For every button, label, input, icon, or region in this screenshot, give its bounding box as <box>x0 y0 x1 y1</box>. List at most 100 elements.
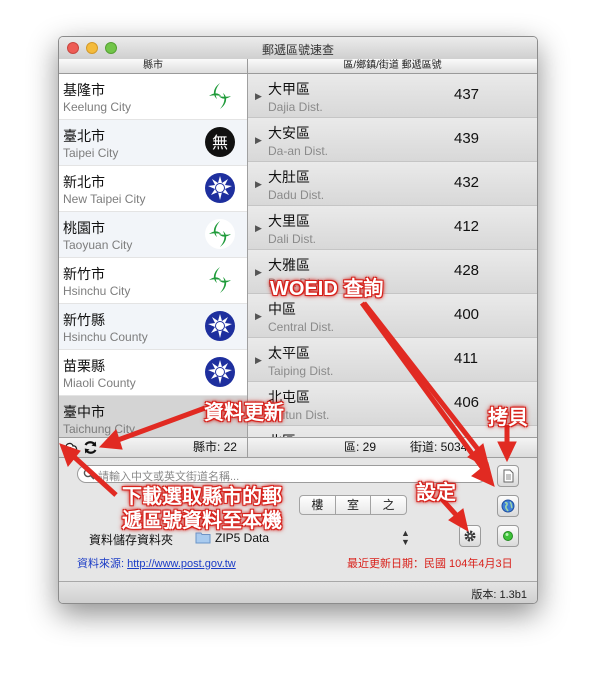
storage-folder-label: 資料儲存資料夾 <box>89 533 174 547</box>
district-column-header[interactable]: 區/鄉鎮/街道 郵遞區號 <box>248 59 537 74</box>
city-name: 新竹市 <box>63 266 105 282</box>
district-row[interactable]: ▶ 大甲區 Dajia Dist. 437 <box>248 74 537 118</box>
district-row[interactable]: ▶ 大里區 Dali Dist. 412 <box>248 206 537 250</box>
city-name: 臺北市 <box>63 128 105 144</box>
copy-annotation: 拷貝 <box>488 407 528 429</box>
city-english-name: Hsinchu County <box>63 330 148 344</box>
district-name: 大甲區 <box>268 81 310 97</box>
city-row-hsinchu-county[interactable]: 新竹縣 Hsinchu County <box>59 304 247 350</box>
city-english-name: Keelung City <box>63 100 132 114</box>
city-status-bar: 縣市: 22 <box>59 437 248 458</box>
blue-sun-emblem-icon <box>205 357 235 387</box>
city-row-hsinchu-city[interactable]: 新竹市 Hsinchu City <box>59 258 247 304</box>
district-row[interactable]: ▶ 太平區 Taiping Dist. 411 <box>248 338 537 382</box>
city-list[interactable]: 基隆市 Keelung City 臺北市 Taipei City 無 新北市 N… <box>59 74 248 437</box>
city-row-miaoli[interactable]: 苗栗縣 Miaoli County <box>59 350 247 396</box>
green-leaf-emblem-icon <box>205 81 235 111</box>
district-list[interactable]: ▶ 大甲區 Dajia Dist. 437 ▶ 大安區 Da-an Dist. … <box>248 74 537 437</box>
district-zip: 400 <box>454 306 480 323</box>
city-english-name: Taichung City <box>63 422 136 436</box>
district-name: 大里區 <box>268 213 310 229</box>
green-leaf-emblem-icon <box>205 219 235 249</box>
green-leaf-emblem-icon <box>205 265 235 295</box>
city-column-header[interactable]: 縣市 <box>59 59 248 74</box>
city-name: 苗栗縣 <box>63 358 105 374</box>
woeid-lookup-button[interactable] <box>497 495 519 517</box>
copy-button[interactable] <box>497 465 519 487</box>
cloud-download-icon[interactable] <box>62 439 79 456</box>
window-title: 郵遞區號速查 <box>261 43 334 57</box>
district-zip: 428 <box>454 262 480 279</box>
globe-icon <box>501 499 515 513</box>
city-name: 臺中市 <box>63 404 105 420</box>
city-name: 新竹縣 <box>63 312 105 328</box>
settings-button[interactable] <box>459 525 481 547</box>
segment-floor[interactable]: 樓 <box>300 496 335 514</box>
district-zip: 437 <box>454 86 480 103</box>
document-icon <box>503 469 514 483</box>
district-english-name: Taiping Dist. <box>268 364 334 378</box>
settings-annotation: 設定 <box>416 482 456 504</box>
blue-sun-emblem-icon <box>205 311 235 341</box>
city-name: 基隆市 <box>63 82 105 98</box>
district-status-bar: 區: 29 街道: 5034 <box>248 437 537 458</box>
city-english-name: New Taipei City <box>63 192 146 206</box>
refresh-annotation: 資料更新 <box>204 402 284 424</box>
black-wu-emblem-icon: 無 <box>205 127 235 157</box>
city-name: 新北市 <box>63 174 105 190</box>
disclosure-triangle-icon[interactable]: ▶ <box>255 223 262 234</box>
district-name: 太平區 <box>268 345 310 361</box>
version-label: 版本: 1.3b1 <box>471 589 527 601</box>
storage-folder-name: ZIP5 Data <box>215 531 270 545</box>
district-name: 大安區 <box>268 125 310 141</box>
disclosure-triangle-icon[interactable]: ▶ <box>255 179 262 190</box>
gear-icon <box>464 530 476 542</box>
refresh-icon[interactable] <box>82 439 99 456</box>
disclosure-triangle-icon[interactable]: ▶ <box>255 135 262 146</box>
city-name: 桃園市 <box>63 220 105 236</box>
green-dot-icon <box>503 531 513 541</box>
disclosure-triangle-icon[interactable]: ▶ <box>255 91 262 102</box>
district-english-name: Dajia Dist. <box>268 100 323 114</box>
disclosure-triangle-icon[interactable]: ▶ <box>255 267 262 278</box>
city-row-new-taipei[interactable]: 新北市 New Taipei City <box>59 166 247 212</box>
city-english-name: Hsinchu City <box>63 284 131 298</box>
district-name: 大肚區 <box>268 169 310 185</box>
district-row[interactable]: ▶ 大安區 Da-an Dist. 439 <box>248 118 537 162</box>
city-english-name: Taipei City <box>63 146 119 160</box>
district-zip: 432 <box>454 174 480 191</box>
status-indicator-button[interactable] <box>497 525 519 547</box>
version-bar: 版本: 1.3b1 <box>59 581 537 603</box>
district-english-name: Dali Dist. <box>268 232 317 246</box>
district-english-name: Dadu Dist. <box>268 188 325 202</box>
search-icon <box>83 468 95 480</box>
data-source-label: 資料來源: <box>77 558 128 570</box>
city-english-name: Miaoli County <box>63 376 136 390</box>
data-source: 資料來源: http://www.post.gov.tw <box>77 555 236 571</box>
woeid-annotation: WOEID 查詢 <box>270 278 384 300</box>
disclosure-triangle-icon[interactable]: ▶ <box>255 311 262 322</box>
city-count: 縣市: 22 <box>192 440 237 454</box>
title-bar[interactable]: 郵遞區號速查 <box>59 37 537 60</box>
district-count: 區: 29 <box>344 440 377 454</box>
district-english-name: Central Dist. <box>268 320 335 334</box>
city-english-name: Taoyuan City <box>63 238 133 252</box>
unit-segmented-control[interactable]: 樓 室 之 <box>299 495 407 515</box>
district-row[interactable]: ▶ 大肚區 Dadu Dist. 432 <box>248 162 537 206</box>
popup-arrows-icon: ▲ ▼ <box>401 528 410 547</box>
disclosure-triangle-icon[interactable]: ▶ <box>255 355 262 366</box>
data-source-link[interactable]: http://www.post.gov.tw <box>127 558 236 570</box>
city-row-taipei[interactable]: 臺北市 Taipei City 無 <box>59 120 247 166</box>
city-row-keelung[interactable]: 基隆市 Keelung City <box>59 74 247 120</box>
svg-text:無: 無 <box>212 133 228 152</box>
district-zip: 439 <box>454 130 480 147</box>
blue-sun-emblem-icon <box>205 173 235 203</box>
street-count: 街道: 5034 <box>410 440 468 454</box>
city-row-taoyuan[interactable]: 桃園市 Taoyuan City <box>59 212 247 258</box>
district-zip: 406 <box>454 394 480 411</box>
district-name: 中區 <box>268 301 296 317</box>
segment-room[interactable]: 室 <box>334 496 371 514</box>
segment-of[interactable]: 之 <box>370 496 406 514</box>
last-updated-date: 最近更新日期：民國 104年4月3日 <box>347 558 513 570</box>
district-english-name: Da-an Dist. <box>268 144 329 158</box>
